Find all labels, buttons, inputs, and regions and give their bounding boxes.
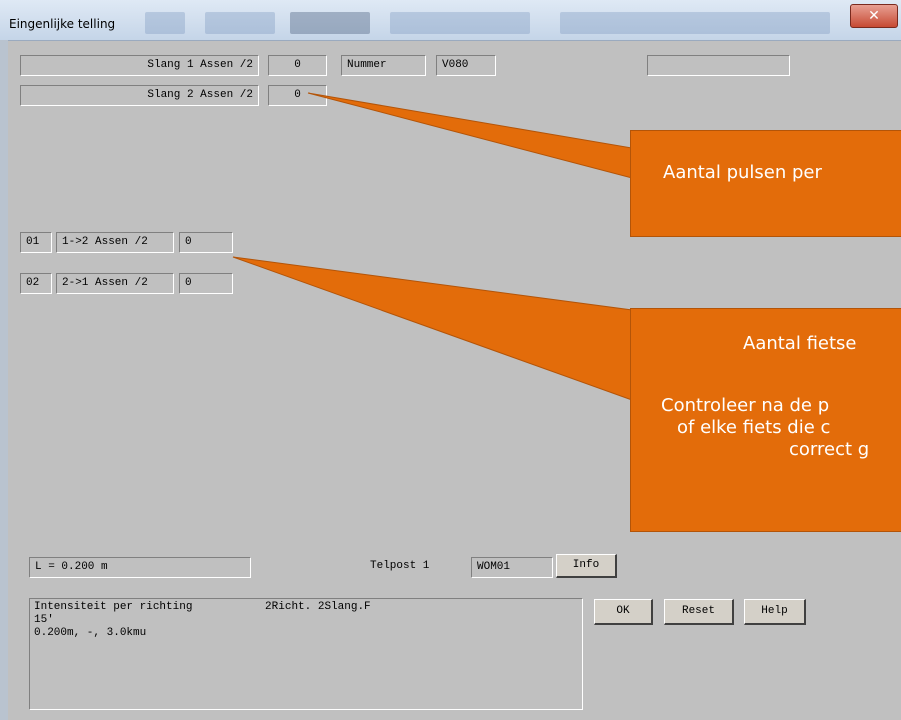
bikes-callout: Aantal fietse Controleer na de p of elke… [630,308,901,532]
bikes-callout-line: Aantal fietse [743,333,857,354]
pulses-callout: Aantal pulsen per [630,130,901,237]
bikes-callout-line: of elke fiets die c [677,417,831,438]
bikes-callout-line: Controleer na de p [661,395,830,416]
bikes-callout-pointer [232,256,633,401]
pulses-callout-text: Aantal pulsen per [663,162,822,183]
pulses-callout-pointer [307,92,633,179]
bikes-callout-line: correct g [789,439,870,460]
